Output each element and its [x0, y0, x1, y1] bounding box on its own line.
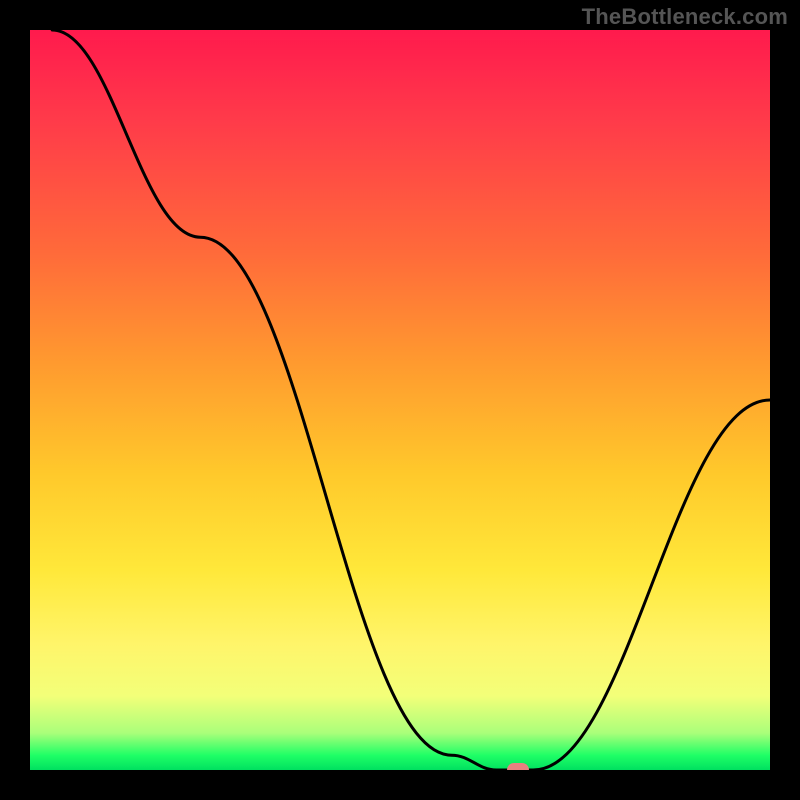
curve-path	[52, 30, 770, 770]
watermark-text: TheBottleneck.com	[582, 4, 788, 30]
plot-area	[30, 30, 770, 770]
optimal-marker	[507, 763, 529, 770]
chart-frame: TheBottleneck.com	[0, 0, 800, 800]
bottleneck-curve	[30, 30, 770, 770]
